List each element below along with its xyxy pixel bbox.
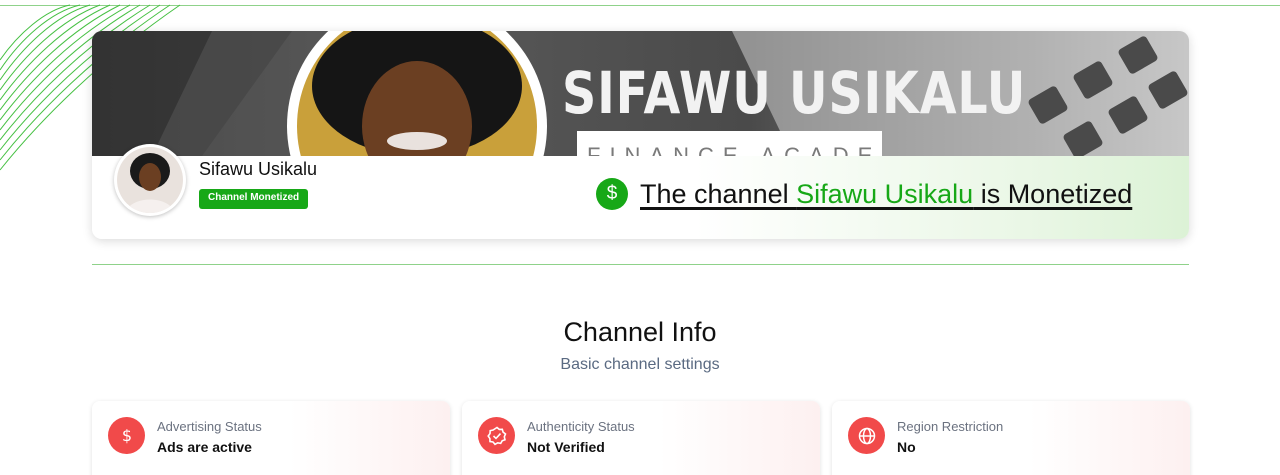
- verified-badge-icon: [478, 417, 515, 454]
- channel-avatar[interactable]: [114, 144, 186, 216]
- banner-brand-subtitle: FINANCE ACADEMY: [577, 131, 882, 156]
- stat-card-advertising: $ Advertising Status Ads are active: [92, 401, 450, 475]
- channel-info-strip: Sifawu Usikalu Channel Monetized $ The c…: [92, 144, 1189, 239]
- channel-name: Sifawu Usikalu: [199, 159, 318, 179]
- svg-text:$: $: [121, 427, 131, 445]
- avatar-photo: [117, 147, 183, 213]
- banner-brand-name: SIFAWU USIKALU: [562, 59, 1027, 127]
- dollar-icon: $: [108, 417, 145, 454]
- stat-card-region: Region Restriction No: [832, 401, 1190, 475]
- status-suffix: is Monetized: [973, 179, 1133, 209]
- channel-banner-card: SIFAWU USIKALU FINANCE ACADEMY Sifawu Us…: [92, 31, 1189, 239]
- stat-value: Not Verified: [527, 439, 605, 455]
- stat-card-authenticity: Authenticity Status Not Verified: [462, 401, 820, 475]
- section-subtitle: Basic channel settings: [560, 356, 720, 373]
- stat-label: Authenticity Status: [527, 419, 635, 434]
- dollar-icon: $: [596, 178, 628, 210]
- section-title: Channel Info: [563, 317, 717, 347]
- stat-value: No: [897, 439, 916, 455]
- monetization-status-heading: The channel Sifawu Usikalu is Monetized: [640, 179, 1132, 210]
- section-divider: [92, 264, 1189, 265]
- monetized-badge: Channel Monetized: [199, 189, 309, 209]
- status-channel-name[interactable]: Sifawu Usikalu: [796, 179, 973, 209]
- stat-value: Ads are active: [157, 439, 252, 455]
- globe-icon: [848, 417, 885, 454]
- stat-label: Advertising Status: [157, 419, 262, 434]
- stat-label: Region Restriction: [897, 419, 1004, 434]
- channel-banner-image: SIFAWU USIKALU FINANCE ACADEMY: [92, 31, 1189, 156]
- status-prefix: The channel: [640, 179, 797, 209]
